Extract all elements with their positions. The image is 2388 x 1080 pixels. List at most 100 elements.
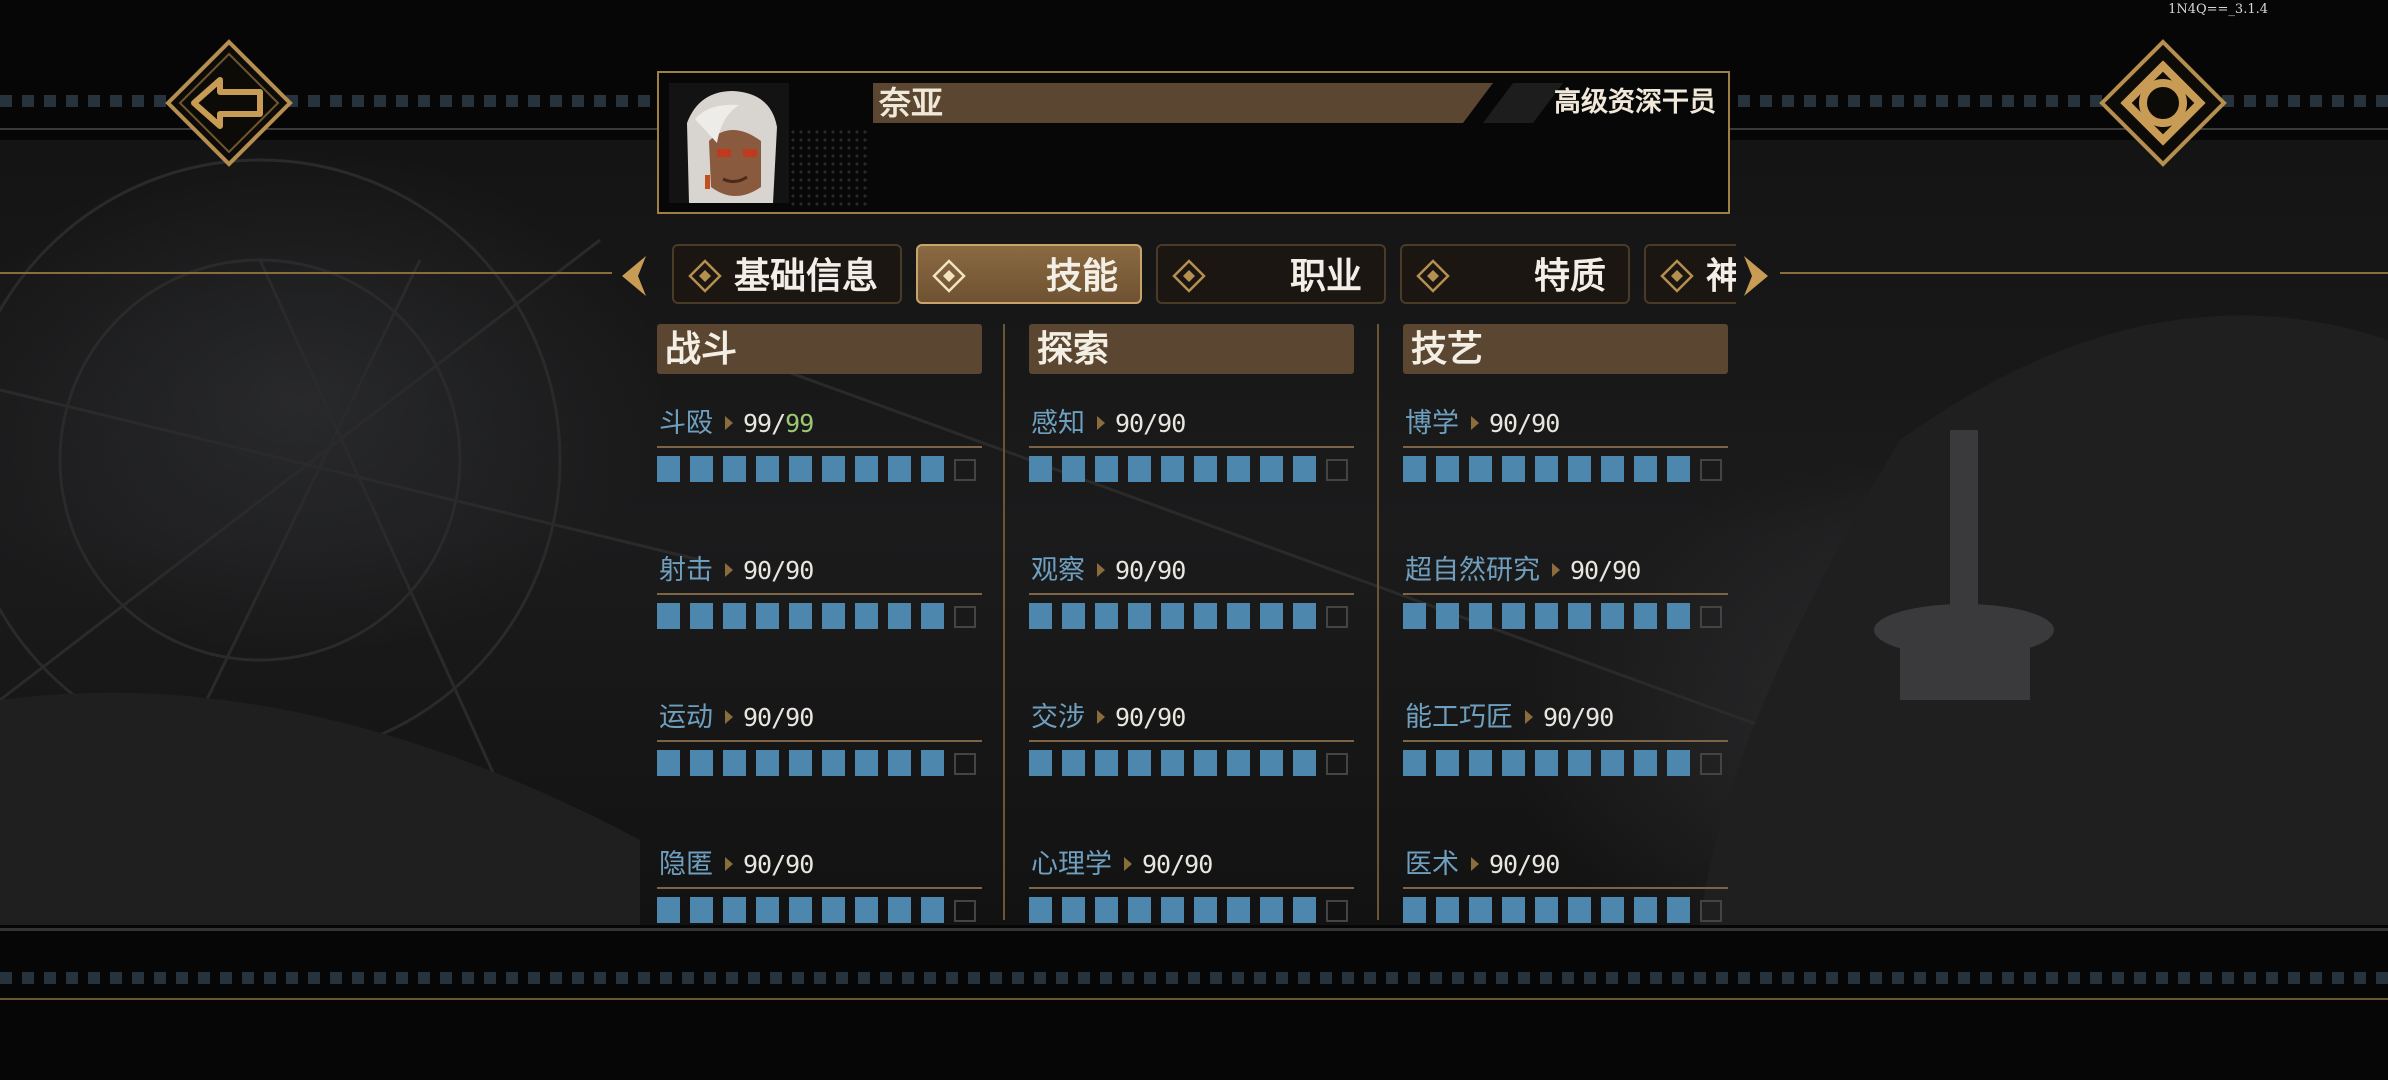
skill-pip-empty (1326, 459, 1348, 481)
skill-pip-filled (1667, 750, 1690, 776)
skill-pip-filled (1161, 603, 1184, 629)
skill-pip-filled (690, 897, 713, 923)
skill-pip-filled (1194, 456, 1217, 482)
column-header-label: 战斗 (665, 328, 738, 370)
skill-row[interactable]: 能工巧匠 90/90 (1403, 700, 1728, 790)
skill-max: 90 (1612, 556, 1641, 585)
skill-name: 交涉 (1031, 702, 1085, 733)
skill-underline (1029, 446, 1354, 448)
skill-max: 90 (1585, 703, 1614, 732)
skill-pip-filled (1403, 603, 1426, 629)
caret-right-icon (1097, 709, 1105, 724)
skill-pip-filled (756, 897, 779, 923)
skill-pip-filled (723, 897, 746, 923)
skill-max: 90 (1157, 703, 1186, 732)
skill-row[interactable]: 交涉 90/90 (1029, 700, 1354, 790)
skill-progress-bar (1403, 456, 1728, 484)
caret-right-icon (1525, 709, 1533, 724)
tab-divine[interactable]: 神 (1644, 244, 1736, 304)
caret-right-icon (1471, 415, 1479, 430)
skill-value: 90/90 (1142, 850, 1213, 879)
skill-pip-filled (921, 603, 944, 629)
skill-row[interactable]: 射击 90/90 (657, 553, 982, 643)
skill-pip-filled (657, 456, 680, 482)
skill-pip-filled (1634, 456, 1657, 482)
skill-pip-filled (1502, 456, 1525, 482)
caret-right-icon (1552, 562, 1560, 577)
tab-rule-left (0, 272, 612, 274)
skill-pip-filled (1667, 603, 1690, 629)
skill-progress-bar (1403, 897, 1728, 925)
skill-progress-bar (1029, 456, 1354, 484)
skill-underline (1403, 887, 1728, 889)
skill-value: 90/90 (1489, 409, 1560, 438)
tab-profession[interactable]: 职业 (1156, 244, 1386, 304)
skill-pip-filled (1634, 897, 1657, 923)
skill-pip-filled (1535, 603, 1558, 629)
skill-pip-filled (1469, 897, 1492, 923)
skill-pip-filled (657, 897, 680, 923)
skill-row[interactable]: 隐匿 90/90 (657, 847, 982, 937)
skill-underline (1029, 593, 1354, 595)
skill-pip-filled (657, 603, 680, 629)
skill-row[interactable]: 医术 90/90 (1403, 847, 1728, 937)
skill-current: 99 (743, 409, 772, 438)
skill-pip-empty (954, 459, 976, 481)
tab-next-button[interactable] (1740, 254, 1774, 298)
skill-progress-bar (1029, 897, 1354, 925)
skill-label: 观察 90/90 (1031, 553, 1186, 589)
skill-pip-filled (1260, 897, 1283, 923)
tab-traits[interactable]: 特质 (1400, 244, 1630, 304)
skill-pip-filled (756, 750, 779, 776)
skill-value: 90/90 (1115, 409, 1186, 438)
skill-max: 90 (1531, 409, 1560, 438)
skill-pip-filled (1403, 897, 1426, 923)
skill-row[interactable]: 博学 90/90 (1403, 406, 1728, 496)
back-button[interactable] (164, 38, 294, 168)
settings-button[interactable] (2098, 38, 2228, 168)
skill-current: 90 (743, 556, 772, 585)
skill-current: 90 (743, 703, 772, 732)
skill-row[interactable]: 心理学 90/90 (1029, 847, 1354, 937)
skill-pip-filled (855, 456, 878, 482)
skill-max: 90 (1157, 409, 1186, 438)
tab-label: 基础信息 (733, 255, 878, 297)
skill-pip-filled (1029, 603, 1052, 629)
skill-pip-filled (1161, 750, 1184, 776)
skill-pip-filled (1601, 456, 1624, 482)
skill-pip-filled (690, 603, 713, 629)
skill-pip-filled (1568, 897, 1591, 923)
caret-right-icon (725, 562, 733, 577)
skill-row[interactable]: 运动 90/90 (657, 700, 982, 790)
tab-label: 技能 (1045, 255, 1118, 297)
skill-pip-filled (723, 456, 746, 482)
tab-strip: 基础信息 技能 职业 特质 神 (666, 244, 1736, 306)
skill-row[interactable]: 超自然研究 90/90 (1403, 553, 1728, 643)
skill-row[interactable]: 斗殴 99/99 (657, 406, 982, 496)
skill-row[interactable]: 感知 90/90 (1029, 406, 1354, 496)
skill-underline (657, 593, 982, 595)
skill-pip-filled (1161, 456, 1184, 482)
skill-pip-filled (1667, 456, 1690, 482)
skill-pip-filled (1667, 897, 1690, 923)
caret-right-icon (1097, 415, 1105, 430)
caret-right-icon (1097, 562, 1105, 577)
skill-current: 90 (743, 850, 772, 879)
skill-progress-bar (1029, 750, 1354, 778)
skill-underline (657, 740, 982, 742)
tab-basic-info[interactable]: 基础信息 (672, 244, 902, 304)
tab-skills[interactable]: 技能 (916, 244, 1142, 304)
skill-row[interactable]: 观察 90/90 (1029, 553, 1354, 643)
tab-diamond-icon (688, 259, 722, 293)
skill-pip-filled (1227, 603, 1250, 629)
skill-pip-filled (1095, 750, 1118, 776)
skill-pip-filled (1095, 897, 1118, 923)
skill-label: 感知 90/90 (1031, 406, 1186, 442)
column-header-label: 技艺 (1411, 328, 1484, 370)
skill-pip-filled (1062, 750, 1085, 776)
tab-prev-button[interactable] (616, 254, 650, 298)
skill-pip-filled (1260, 750, 1283, 776)
skill-pip-empty (1326, 753, 1348, 775)
skill-pip-filled (1095, 456, 1118, 482)
skill-pip-filled (1469, 456, 1492, 482)
